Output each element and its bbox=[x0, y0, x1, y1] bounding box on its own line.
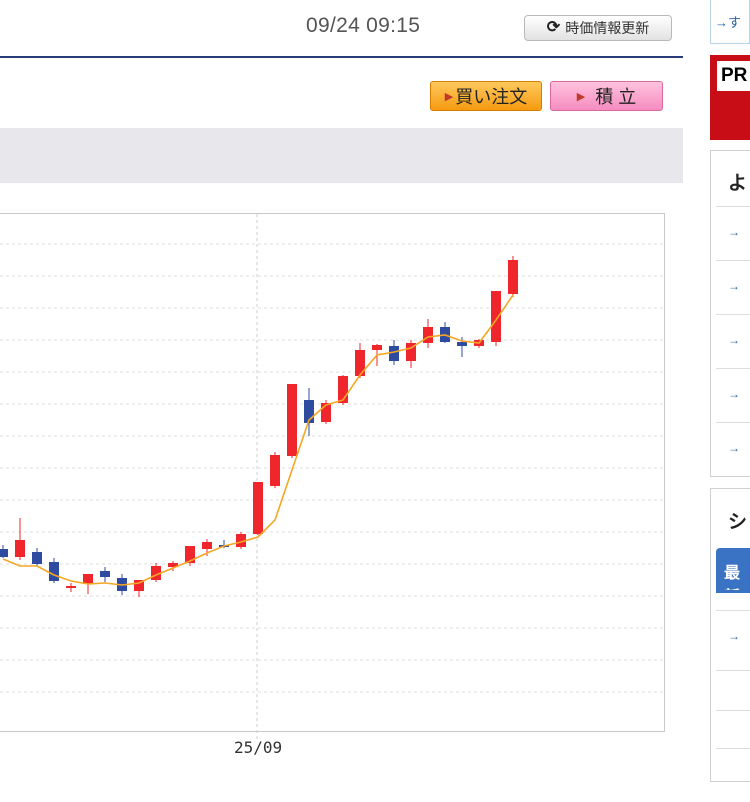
candle-body bbox=[389, 346, 399, 361]
sidebar-box-2-link[interactable]: → bbox=[716, 610, 750, 664]
candle-body bbox=[83, 574, 93, 584]
pr-label: PR bbox=[717, 61, 750, 91]
sidebar-link-2[interactable]: → bbox=[716, 260, 750, 314]
sidebar-box-2-title: シ bbox=[728, 512, 748, 533]
arrow-icon: → bbox=[728, 629, 740, 643]
candle-body bbox=[15, 540, 25, 557]
candle-body bbox=[100, 571, 110, 577]
sidebar-link-3[interactable]: → bbox=[716, 314, 750, 368]
price-chart bbox=[0, 214, 664, 740]
candle-body bbox=[423, 327, 433, 343]
candle-body bbox=[49, 562, 59, 581]
tab-underline bbox=[716, 590, 750, 593]
candle-body bbox=[32, 552, 42, 564]
candle-body bbox=[270, 455, 280, 486]
arrow-icon: → bbox=[728, 333, 740, 347]
sidebar-top-link[interactable]: →す bbox=[710, 0, 750, 44]
candle-body bbox=[287, 384, 297, 456]
candle-body bbox=[491, 291, 501, 342]
candle-body bbox=[0, 549, 8, 557]
arrow-icon: → bbox=[728, 441, 740, 455]
sidebar-link-1[interactable]: → bbox=[716, 206, 750, 260]
arrow-icon: → bbox=[728, 279, 740, 293]
candle-body bbox=[457, 342, 467, 346]
candle-body bbox=[253, 482, 263, 534]
x-tick-label: 25/09 bbox=[234, 738, 283, 757]
sidebar-box-1-title: よ bbox=[728, 173, 748, 194]
arrow-icon: → bbox=[728, 225, 740, 239]
sidebar-box-2-row[interactable] bbox=[716, 748, 750, 802]
moving-average-line bbox=[2, 294, 514, 586]
candle-body bbox=[372, 345, 382, 350]
candle-body bbox=[202, 542, 212, 549]
candle-body bbox=[508, 260, 518, 294]
candle-body bbox=[66, 586, 76, 588]
sidebar-link-5[interactable]: → bbox=[716, 422, 750, 476]
tab-latest[interactable]: 最新 bbox=[716, 548, 750, 606]
sidebar-link-4[interactable]: → bbox=[716, 368, 750, 422]
arrow-icon: → bbox=[728, 387, 740, 401]
